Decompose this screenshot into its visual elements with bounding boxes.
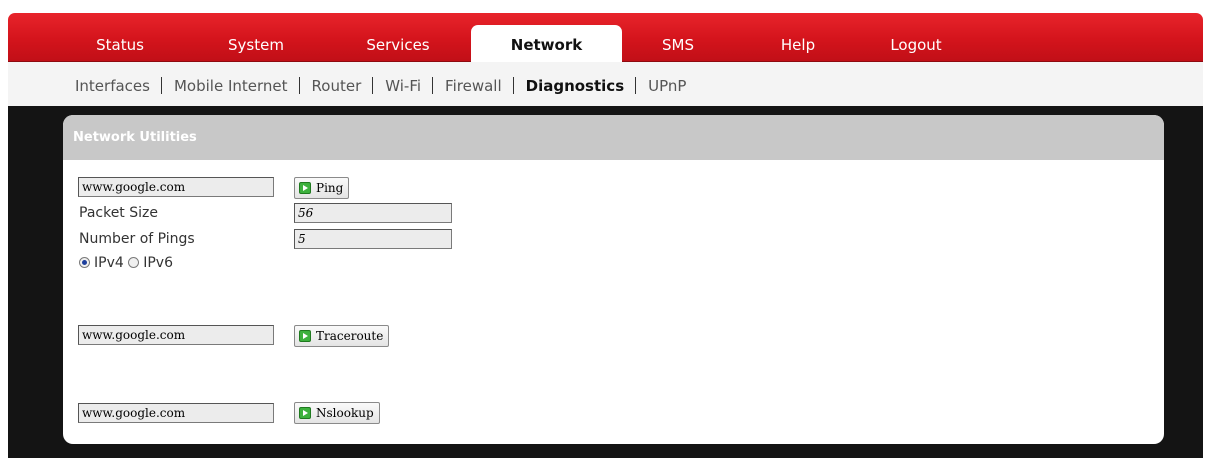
green-play-icon: [299, 407, 311, 419]
subnav-diagnostics[interactable]: Diagnostics: [526, 77, 625, 95]
subnav-upnp[interactable]: UPnP: [648, 77, 686, 95]
subnav-separator: [372, 77, 374, 94]
tab-logout[interactable]: Logout: [866, 25, 966, 61]
ipv4-label: IPv4: [94, 255, 124, 271]
nslookup-button[interactable]: Nslookup: [294, 402, 380, 424]
number-of-pings-label: Number of Pings: [79, 231, 195, 247]
tab-status[interactable]: Status: [70, 25, 170, 61]
packet-size-input[interactable]: 56: [294, 203, 452, 223]
ping-button-label: Ping: [316, 181, 344, 195]
subnav-firewall[interactable]: Firewall: [445, 77, 502, 95]
subnav-separator: [298, 77, 300, 94]
ipv6-label: IPv6: [143, 255, 173, 271]
tab-services[interactable]: Services: [348, 25, 448, 61]
ping-button[interactable]: Ping: [294, 177, 350, 199]
nslookup-host-input[interactable]: www.google.com: [78, 403, 274, 423]
tab-network[interactable]: Network: [471, 25, 622, 62]
traceroute-button-label: Traceroute: [316, 329, 384, 343]
subnav-separator: [160, 77, 162, 94]
tab-help[interactable]: Help: [748, 25, 848, 61]
ping-host-input[interactable]: www.google.com: [78, 177, 274, 197]
packet-size-label: Packet Size: [79, 205, 158, 221]
subnav-wifi[interactable]: Wi-Fi: [385, 77, 421, 95]
subnav-separator: [512, 77, 514, 94]
nslookup-button-label: Nslookup: [316, 406, 374, 420]
ipv6-radio[interactable]: [128, 257, 140, 268]
sub-navigation: Interfaces Mobile Internet Router Wi-Fi Fire…: [8, 62, 1203, 106]
traceroute-host-input[interactable]: www.google.com: [78, 325, 274, 345]
network-utilities-panel: Network Utilities www.google.com Ping Pa…: [63, 115, 1164, 444]
panel-title: Network Utilities: [63, 115, 1164, 160]
tab-system[interactable]: System: [206, 25, 306, 61]
green-play-icon: [299, 182, 311, 194]
subnav-separator: [635, 77, 637, 94]
subnav-separator: [432, 77, 434, 94]
subnav-router[interactable]: Router: [312, 77, 362, 95]
traceroute-button[interactable]: Traceroute: [294, 325, 390, 347]
number-of-pings-input[interactable]: 5: [294, 229, 452, 249]
subnav-interfaces[interactable]: Interfaces: [75, 77, 150, 95]
tab-sms[interactable]: SMS: [628, 25, 728, 61]
subnav-mobile-internet[interactable]: Mobile Internet: [174, 77, 288, 95]
ip-version-radio-group: IPv4 IPv6: [79, 255, 173, 271]
ipv4-radio[interactable]: [79, 257, 90, 268]
green-play-icon: [299, 330, 311, 342]
main-tab-bar: Status System Services Network SMS Help …: [8, 13, 1203, 62]
